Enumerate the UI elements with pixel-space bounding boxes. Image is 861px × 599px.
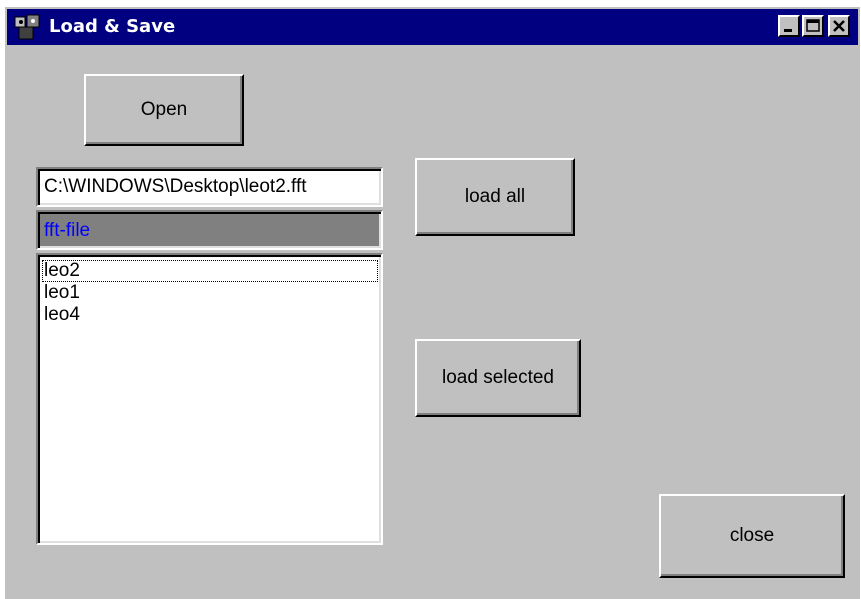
load-save-window: Load & Save Open C:\WINDOWS\Desktop\leot…: [5, 7, 860, 599]
maximize-button[interactable]: [802, 15, 824, 37]
title-bar[interactable]: Load & Save: [7, 9, 858, 45]
list-item[interactable]: leo2: [42, 260, 378, 282]
minimize-button[interactable]: [778, 15, 800, 37]
window-title: Load & Save: [49, 16, 176, 37]
maximize-icon: [806, 19, 820, 32]
open-button[interactable]: Open: [84, 74, 244, 146]
file-path-field[interactable]: C:\WINDOWS\Desktop\leot2.fft: [36, 167, 383, 207]
app-icon: [14, 14, 40, 40]
minimize-icon: [784, 29, 792, 32]
load-all-button[interactable]: load all: [415, 158, 575, 236]
list-item[interactable]: leo4: [42, 304, 378, 326]
close-window-button[interactable]: [828, 15, 850, 37]
close-icon: [833, 20, 845, 32]
file-type-field[interactable]: fft-file: [36, 210, 383, 250]
load-selected-button[interactable]: load selected: [415, 339, 581, 417]
file-list[interactable]: leo2 leo1 leo4: [36, 253, 383, 545]
list-item[interactable]: leo1: [42, 282, 378, 304]
close-button[interactable]: close: [659, 494, 845, 578]
